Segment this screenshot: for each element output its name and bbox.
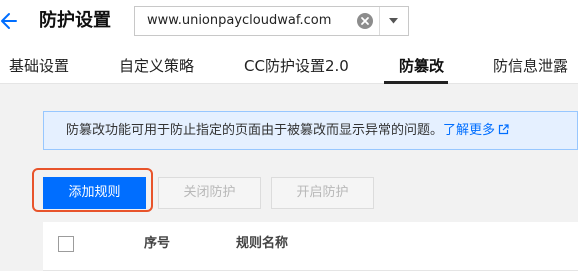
- domain-select-value: www.unionpaycloudwaf.com: [147, 13, 332, 28]
- column-header-rule-name: 规则名称: [236, 236, 289, 251]
- tab-bar: 基础设置 自定义策略 CC防护设置2.0 防篡改 防信息泄露: [0, 44, 578, 84]
- tab-custom-policy[interactable]: 自定义策略: [119, 56, 194, 76]
- clear-circle-icon[interactable]: [357, 13, 373, 29]
- disable-protection-button[interactable]: 关闭防护: [158, 177, 261, 209]
- tab-anti-tamper[interactable]: 防篡改: [399, 56, 444, 76]
- enable-protection-button[interactable]: 开启防护: [271, 177, 374, 209]
- top-bar: 防护设置 www.unionpaycloudwaf.com: [0, 0, 578, 44]
- tab-anti-leak[interactable]: 防信息泄露: [493, 56, 568, 76]
- learn-more-link[interactable]: 了解更多: [443, 123, 495, 138]
- notice-text: 防篡改功能可用于防止指定的页面由于被篡改而显示异常的问题。了解更多: [66, 112, 509, 149]
- domain-select[interactable]: www.unionpaycloudwaf.com: [134, 6, 409, 36]
- add-rule-button[interactable]: 添加规则: [43, 177, 146, 209]
- page-title: 防护设置: [39, 10, 111, 31]
- chevron-down-icon[interactable]: [388, 17, 399, 25]
- table-header: 序号 规则名称: [43, 222, 578, 271]
- notice-message: 防篡改功能可用于防止指定的页面由于被篡改而显示异常的问题。: [66, 123, 444, 138]
- external-link-icon[interactable]: [498, 124, 509, 135]
- tab-basic-settings[interactable]: 基础设置: [9, 56, 69, 76]
- select-divider: [379, 7, 380, 35]
- tab-cc-protection[interactable]: CC防护设置2.0: [244, 56, 349, 76]
- info-notice: 防篡改功能可用于防止指定的页面由于被篡改而显示异常的问题。了解更多: [43, 111, 578, 150]
- arrow-left-icon[interactable]: [0, 11, 18, 31]
- select-all-checkbox[interactable]: [58, 236, 74, 252]
- active-tab-indicator: [384, 81, 448, 84]
- column-header-index: 序号: [144, 236, 171, 251]
